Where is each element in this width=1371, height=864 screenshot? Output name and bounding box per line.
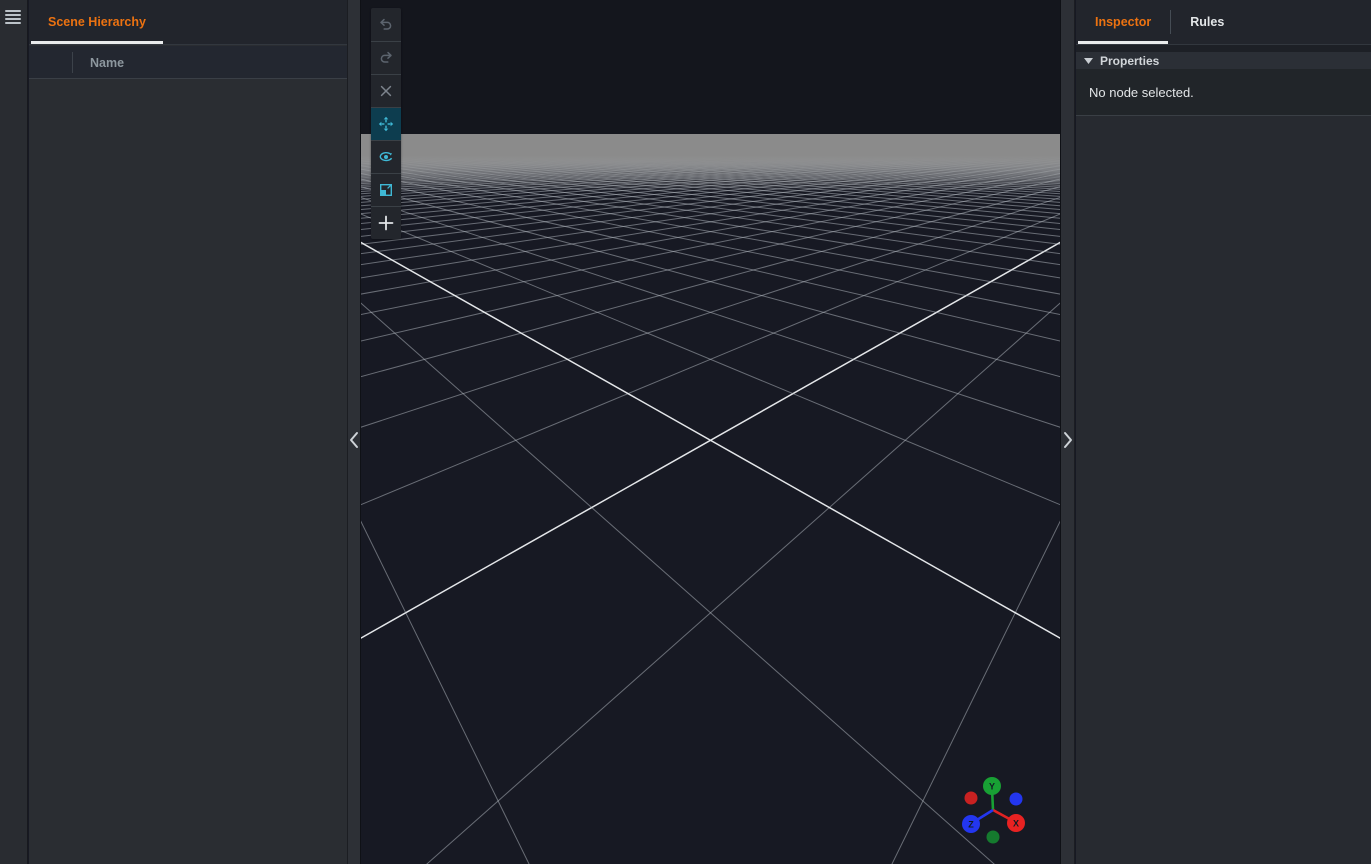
inspector-panel: Inspector Rules Properties No node selec…: [1076, 0, 1371, 864]
axis-neg-z-handle[interactable]: [1010, 793, 1023, 806]
undo-button[interactable]: [371, 8, 401, 41]
close-icon: [378, 83, 394, 99]
plus-icon: [377, 214, 395, 232]
inspector-tabrow: Inspector Rules: [1076, 0, 1371, 45]
chevron-right-icon: [1063, 431, 1073, 449]
scale-tool-button[interactable]: [371, 173, 401, 206]
properties-empty-message: No node selected.: [1076, 69, 1371, 116]
axis-z-handle[interactable]: Z: [962, 815, 980, 833]
collapse-right-panel-button[interactable]: [1061, 429, 1074, 451]
hamburger-menu-icon[interactable]: [5, 8, 23, 26]
delete-button[interactable]: [371, 74, 401, 107]
scale-icon: [378, 182, 394, 198]
column-header-name: Name: [90, 46, 124, 79]
axis-neg-x-handle[interactable]: [965, 792, 978, 805]
viewport-3d-canvas[interactable]: Y X Z: [361, 0, 1060, 864]
tab-scene-hierarchy[interactable]: Scene Hierarchy: [31, 0, 163, 44]
hierarchy-table-body[interactable]: [29, 80, 347, 864]
chevron-left-icon: [349, 431, 359, 449]
tab-rules[interactable]: Rules: [1173, 0, 1241, 44]
left-rail: [0, 0, 28, 864]
rotate-icon: [378, 149, 394, 165]
viewport-toolbar: [371, 8, 401, 239]
redo-icon: [378, 50, 394, 66]
axis-neg-y-handle[interactable]: [987, 831, 1000, 844]
svg-text:Z: Z: [968, 820, 974, 830]
inspector-spacer: [1076, 45, 1371, 52]
chevron-down-icon: [1084, 58, 1093, 64]
rotate-tool-button[interactable]: [371, 140, 401, 173]
tab-divider: [1170, 10, 1171, 34]
svg-text:X: X: [1013, 819, 1019, 829]
column-divider: [72, 52, 73, 73]
properties-section-title: Properties: [1100, 54, 1159, 68]
svg-text:Y: Y: [989, 782, 995, 792]
translate-tool-button[interactable]: [371, 107, 401, 140]
left-panel-resize-gutter[interactable]: [347, 0, 361, 864]
redo-button[interactable]: [371, 41, 401, 74]
tab-inspector[interactable]: Inspector: [1078, 0, 1168, 44]
horizon-band: [361, 134, 1060, 192]
ground-grid: [361, 0, 1060, 864]
collapse-left-panel-button[interactable]: [348, 429, 360, 451]
right-panel-resize-gutter[interactable]: [1060, 0, 1075, 864]
add-object-button[interactable]: [371, 206, 401, 239]
axis-x-handle[interactable]: X: [1007, 814, 1025, 832]
scene-composer-app: Scene Hierarchy Name: [0, 0, 1371, 864]
axis-gizmo[interactable]: Y X Z: [933, 756, 1053, 860]
properties-section-header[interactable]: Properties: [1076, 52, 1371, 69]
undo-icon: [378, 17, 394, 33]
hierarchy-tabrow: Scene Hierarchy: [29, 0, 347, 45]
hierarchy-table-header: Name: [29, 46, 347, 79]
axis-y-handle[interactable]: Y: [983, 777, 1001, 795]
move-icon: [378, 116, 394, 132]
scene-hierarchy-panel: Scene Hierarchy Name: [29, 0, 347, 864]
